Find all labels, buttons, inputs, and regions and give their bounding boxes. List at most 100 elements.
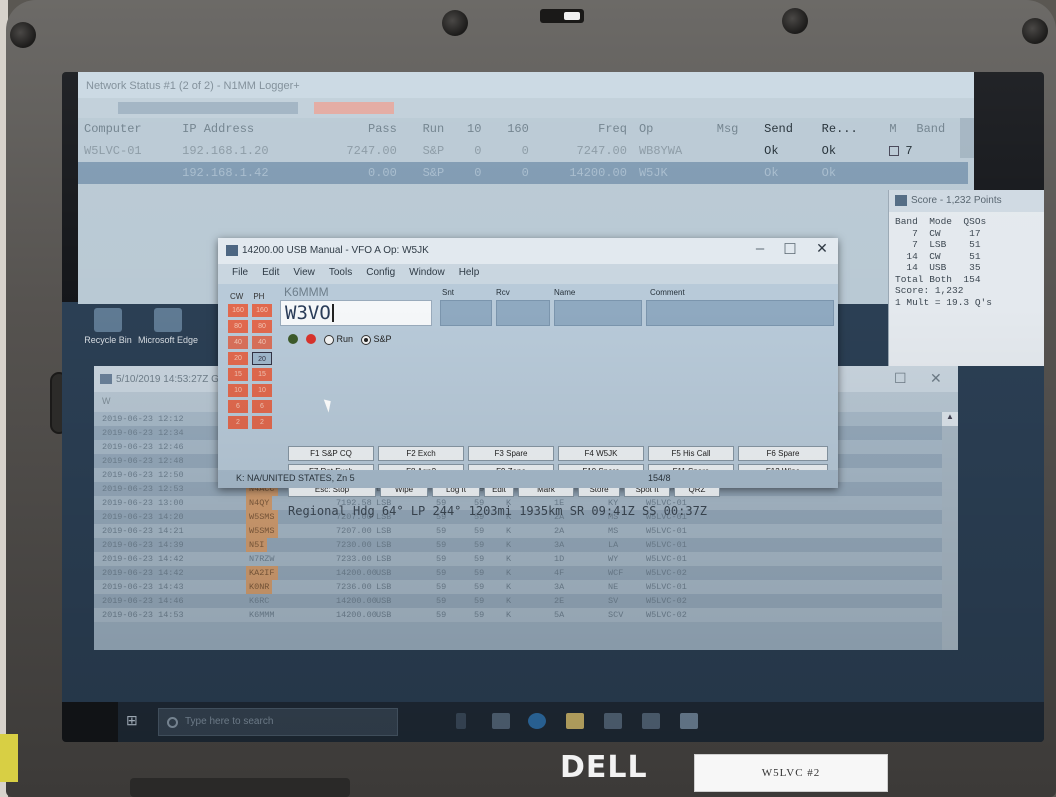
cell-call: K6MMM [249,610,275,620]
menu-config[interactable]: Config [366,267,395,284]
cell-station: W5LVC-01 [646,582,687,592]
close-icon[interactable]: ✕ [930,370,942,387]
band-button-ph[interactable]: 10 [252,384,272,397]
log-row[interactable]: 2019-06-23 14:39 N5I 7230.00 LSB 59 59 K 3A LA W5… [94,538,942,552]
band-button-ph[interactable]: 160 [252,304,272,317]
desktop-icon-recycle-bin[interactable]: Recycle Bin [76,308,140,346]
run-radio[interactable]: Run [324,334,353,345]
fkey-button[interactable]: F3 Spare [468,446,554,461]
col-10[interactable]: 10 [450,118,487,140]
cell-snt: 59 [436,596,447,606]
log-scrollbar[interactable]: ▲ [942,412,958,650]
band-button-cw[interactable]: 80 [228,320,248,333]
desk-object [0,734,18,782]
cell-rcv: 59 [474,540,485,550]
fkey-button[interactable]: F5 His Call [648,446,734,461]
cell-freq: 7207.00 [336,526,372,536]
network-table-row-selected[interactable]: 192.168.1.42 0.00 S&P 0 0 14200.00 W5JK … [78,162,968,184]
col-send[interactable]: Send [758,118,816,140]
taskbar-search[interactable]: Type here to search [158,708,398,736]
n1mm-icon[interactable] [680,713,698,729]
mail-icon[interactable] [642,713,660,729]
scroll-up-icon[interactable]: ▲ [942,412,958,426]
close-icon[interactable]: ✕ [812,240,832,257]
microphone-icon[interactable] [456,713,466,729]
log-row[interactable]: 2019-06-23 14:42 KA2IF 14200.00 USB 59 59 K 4F W… [94,566,942,580]
text-cursor [331,304,334,322]
log-row[interactable]: 2019-06-23 14:46 K6RC 14200.00 USB 59 59 K 2E SV… [94,594,942,608]
desktop-icon-edge[interactable]: Microsoft Edge [136,308,200,346]
band-button-cw[interactable]: 15 [228,368,248,381]
network-table: Computer IP Address Pass Run 10 160 Freq… [78,118,968,184]
store-icon[interactable] [604,713,622,729]
cell-mode: LSB [376,554,392,564]
col-m[interactable]: M [883,118,910,140]
network-table-row[interactable]: W5LVC-01 192.168.1.20 7247.00 S&P 0 0 72… [78,140,968,162]
cell-time: 2019-06-23 14:21 [102,526,184,536]
band-button-cw[interactable]: 40 [228,336,248,349]
menu-help[interactable]: Help [459,267,480,284]
log-row[interactable]: 2019-06-23 14:43 K0NR 7236.00 LSB 59 59 K 3A NE W… [94,580,942,594]
menu-edit[interactable]: Edit [262,267,279,284]
cell-snt: 59 [436,540,447,550]
name-input[interactable] [554,300,642,326]
edge-icon[interactable] [528,713,546,729]
fkey-button[interactable]: F4 W5JK [558,446,644,461]
band-button-ph[interactable]: 80 [252,320,272,333]
file-explorer-icon[interactable] [566,713,584,729]
col-msg[interactable]: Msg [711,118,758,140]
band-button-cw[interactable]: 2 [228,416,248,429]
band-button-ph[interactable]: 6 [252,400,272,413]
band-button-ph[interactable]: 2 [252,416,272,429]
rcv-input[interactable] [496,300,550,326]
log-row[interactable]: 2019-06-23 14:42 N7RZW 7233.00 LSB 59 59 K 1D WY… [94,552,942,566]
callsign-input[interactable]: W3VO [280,300,432,326]
band-button-cw[interactable]: 6 [228,400,248,413]
log-row[interactable]: 2019-06-23 14:21 W5SMS 7207.00 LSB 59 59 K 2A MS… [94,524,942,538]
maximize-icon[interactable]: ☐ [894,370,907,387]
col-ip[interactable]: IP Address [176,118,315,140]
sp-radio[interactable]: S&P [361,334,392,345]
col-recv[interactable]: Re... [816,118,884,140]
band-button-cw[interactable]: 10 [228,384,248,397]
log-row[interactable]: 2019-06-23 14:53 K6MMM 14200.00 USB 59 59 K 5A S… [94,608,942,622]
cell-station: W5LVC-01 [646,540,687,550]
bezel-screw [782,8,808,34]
band-button-ph[interactable]: 40 [252,336,272,349]
score-header: Band Mode QSOs [895,216,987,227]
fkey-button[interactable]: F6 Spare [738,446,828,461]
menu-view[interactable]: View [293,267,315,284]
network-field[interactable] [118,102,298,114]
cell-time: 2019-06-23 12:12 [102,414,184,424]
menu-window[interactable]: Window [409,267,445,284]
cell-rcv: 59 [474,582,485,592]
bezel-screw [442,10,468,36]
col-run[interactable]: Run [403,118,450,140]
col-op[interactable]: Op [633,118,711,140]
menu-tools[interactable]: Tools [329,267,352,284]
fkey-button[interactable]: F1 S&P CQ [288,446,374,461]
col-pass[interactable]: Pass [315,118,403,140]
col-160[interactable]: 160 [487,118,534,140]
snt-input[interactable] [440,300,492,326]
maximize-icon[interactable]: ☐ [780,240,800,258]
checkbox[interactable] [889,145,900,156]
cell-call: KA2IF [246,566,278,580]
col-computer[interactable]: Computer [78,118,176,140]
minimize-icon[interactable]: – [750,240,770,257]
cell-class: 3A [554,582,565,592]
col-freq[interactable]: Freq [535,118,633,140]
comment-input[interactable] [646,300,834,326]
band-button-cw[interactable]: 20 [228,352,248,365]
band-panel: CW PH 160 160 80 80 40 40 20 20 15 15 10 10 6 6 2 2 [228,292,274,468]
cell-msg [710,162,759,184]
cell-time: 2019-06-23 12:53 [102,484,184,494]
band-button-cw[interactable]: 160 [228,304,248,317]
windows-start-icon[interactable]: ⊞ [126,712,138,729]
task-view-icon[interactable] [492,713,510,729]
band-button-ph[interactable]: 15 [252,368,272,381]
fkey-button[interactable]: F2 Exch [378,446,464,461]
menu-file[interactable]: File [232,267,248,284]
band-button-ph[interactable]: 20 [252,352,272,365]
scrollbar[interactable] [960,118,974,158]
